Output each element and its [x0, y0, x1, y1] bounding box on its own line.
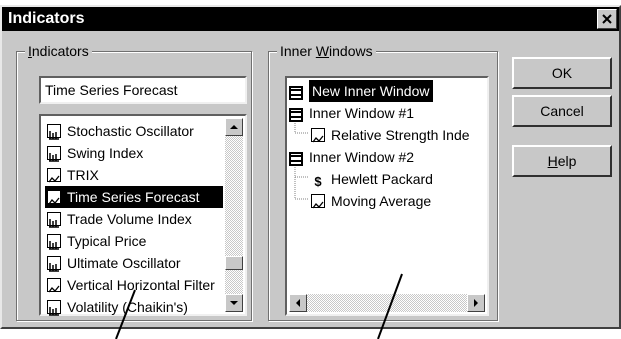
indicator-list-item[interactable]: Stochastic Oscillator: [45, 120, 221, 142]
indicators-group-label: Indicators: [25, 43, 92, 59]
bar-chart-icon: [47, 234, 61, 250]
inner-windows-group: Inner Windows New Inner Window Inner Wind…: [268, 43, 498, 321]
inner-window-tree-node[interactable]: Relative Strength Inde: [311, 124, 483, 146]
indicators-list-scrollbar[interactable]: [225, 118, 243, 312]
line-chart-icon: [311, 128, 325, 143]
close-icon: [602, 14, 612, 24]
window-title: Indicators: [8, 10, 85, 27]
scroll-thumb[interactable]: [225, 256, 243, 270]
inner-window-tree-node-label: Relative Strength Inde: [331, 127, 470, 143]
inner-windows-group-label: Inner Windows: [277, 43, 376, 59]
dollar-icon: $: [311, 172, 325, 189]
arrow-down-icon: [230, 301, 238, 305]
indicators-dialog: Indicators Indicators Time Series Foreca…: [0, 5, 621, 329]
inner-window-tree-node-label: Hewlett Packard: [331, 171, 433, 187]
inner-windows-hscrollbar[interactable]: [289, 294, 485, 312]
indicator-list-item-label: Trade Volume Index: [67, 211, 192, 227]
indicator-list-item-label: Time Series Forecast: [67, 189, 200, 205]
indicator-list-item-label: Vertical Horizontal Filter: [67, 277, 215, 293]
inner-window-tree-node[interactable]: Inner Window #1: [289, 102, 483, 124]
ok-button[interactable]: OK: [512, 57, 612, 89]
scroll-up-button[interactable]: [225, 118, 243, 136]
indicator-list-item-label: Stochastic Oscillator: [67, 123, 194, 139]
bar-chart-icon: [47, 146, 61, 162]
arrow-up-icon: [230, 125, 238, 129]
indicators-list[interactable]: Stochastic Oscillator Swing Index TRIX Time…: [39, 114, 247, 316]
inner-windows-tree[interactable]: New Inner Window Inner Window #1 Relative …: [285, 76, 489, 316]
indicator-search-input[interactable]: Time Series Forecast: [39, 76, 247, 104]
bar-chart-icon: [47, 124, 61, 140]
scroll-down-button[interactable]: [225, 294, 243, 312]
window-icon: [289, 106, 303, 122]
indicator-list-item-label: Typical Price: [67, 233, 147, 249]
inner-window-tree-node[interactable]: Moving Average: [311, 190, 483, 212]
arrow-left-icon: [296, 299, 300, 307]
help-button[interactable]: Help: [512, 145, 612, 177]
inner-window-tree-node[interactable]: New Inner Window: [289, 80, 483, 102]
inner-window-tree-node[interactable]: Inner Window #2: [289, 146, 483, 168]
indicator-search-value: Time Series Forecast: [45, 82, 178, 98]
inner-window-tree-node-label: Inner Window #2: [309, 149, 415, 165]
window-icon: [289, 150, 303, 166]
indicator-list-item[interactable]: Time Series Forecast: [45, 186, 223, 208]
inner-window-tree-node-label: New Inner Window: [309, 80, 433, 102]
indicator-list-item[interactable]: Swing Index: [45, 142, 221, 164]
line-chart-icon: [47, 168, 61, 183]
cancel-button-label: Cancel: [540, 103, 584, 119]
indicator-list-item-label: Swing Index: [67, 145, 144, 161]
indicator-list-item[interactable]: Vertical Horizontal Filter: [45, 274, 221, 296]
title-bar[interactable]: Indicators: [2, 7, 619, 31]
close-button[interactable]: [597, 9, 617, 29]
bar-chart-icon: [47, 300, 61, 316]
arrow-right-icon: [474, 299, 478, 307]
line-chart-icon: [47, 190, 61, 205]
window-icon: [289, 84, 303, 100]
line-chart-icon: [311, 194, 325, 209]
indicator-list-item-label: Ultimate Oscillator: [67, 255, 181, 271]
svg-text:$: $: [314, 174, 322, 188]
inner-window-tree-node-label: Moving Average: [331, 193, 432, 209]
indicator-list-item[interactable]: Typical Price: [45, 230, 221, 252]
indicator-list-item[interactable]: TRIX: [45, 164, 221, 186]
line-chart-icon: [47, 278, 61, 293]
indicator-list-item[interactable]: Volatility (Chaikin's): [45, 296, 221, 318]
scroll-right-button[interactable]: [467, 294, 485, 312]
inner-window-tree-node[interactable]: $ Hewlett Packard: [311, 168, 483, 190]
indicator-list-item[interactable]: Trade Volume Index: [45, 208, 221, 230]
inner-window-tree-node-label: Inner Window #1: [309, 105, 415, 121]
scroll-left-button[interactable]: [289, 294, 307, 312]
indicator-list-item-label: Volatility (Chaikin's): [67, 299, 188, 315]
help-button-label: Help: [547, 153, 577, 169]
indicator-list-item[interactable]: Ultimate Oscillator: [45, 252, 221, 274]
ok-button-label: OK: [551, 65, 573, 81]
bar-chart-icon: [47, 212, 61, 228]
cancel-button[interactable]: Cancel: [512, 95, 612, 127]
bar-chart-icon: [47, 256, 61, 272]
indicator-list-item-label: TRIX: [67, 167, 99, 183]
indicators-group: Indicators Time Series Forecast Stochast…: [16, 43, 252, 321]
